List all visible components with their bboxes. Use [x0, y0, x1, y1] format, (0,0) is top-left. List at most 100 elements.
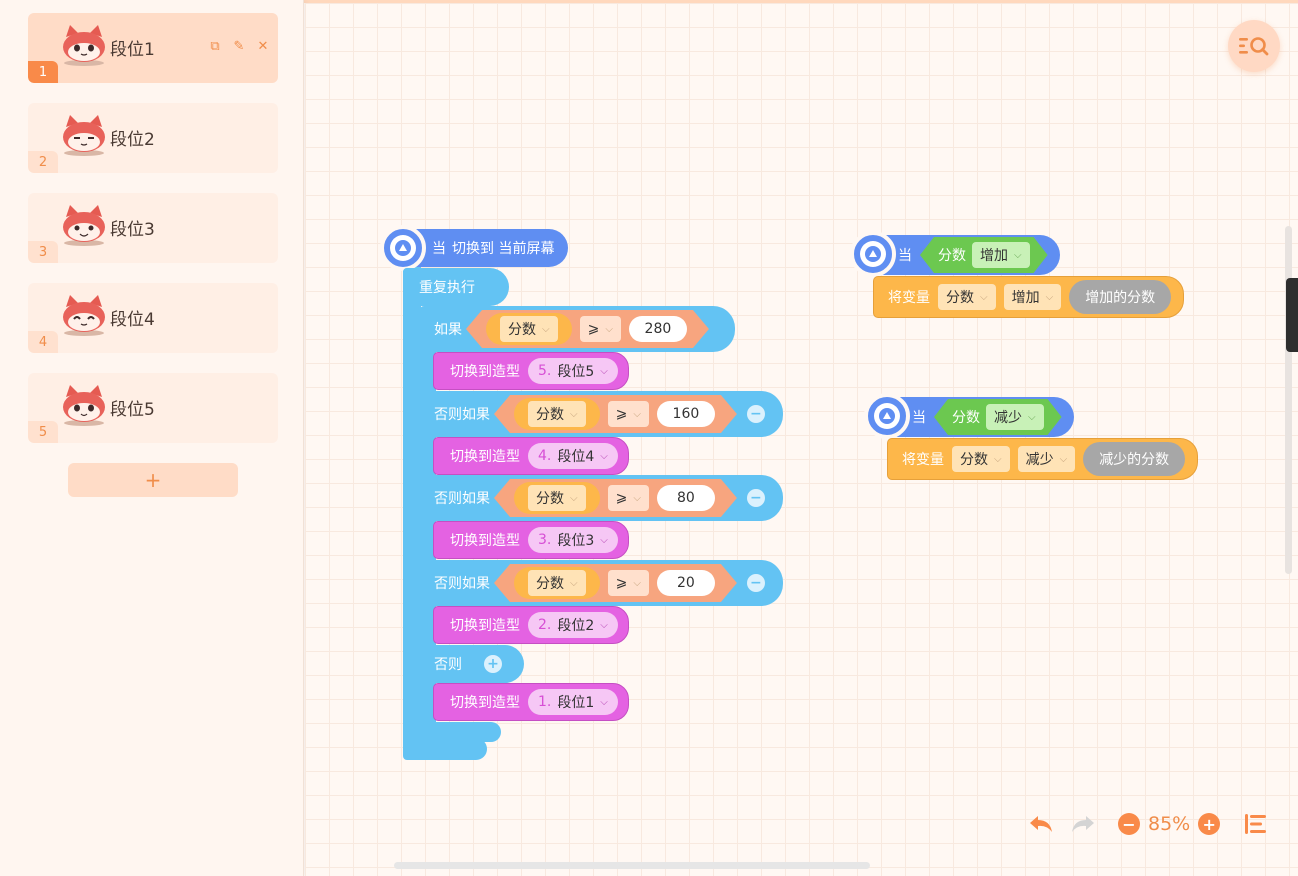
operator-dropdown[interactable]: ⩾ ⌵ — [580, 316, 621, 342]
costume-item-5[interactable]: 段位5 5 — [28, 373, 278, 443]
costume-dropdown[interactable]: 4. 段位4 ⌵ — [528, 443, 618, 469]
costume-dropdown[interactable]: 2. 段位2 ⌵ — [528, 612, 618, 638]
variable-reporter[interactable]: 分数 ⌵ — [514, 398, 600, 430]
variable-reporter[interactable]: 分数 ⌵ — [514, 482, 600, 514]
zoom-out-button[interactable]: − — [1118, 813, 1140, 835]
chevron-down-icon: ⌵ — [1059, 453, 1068, 465]
variable-dropdown[interactable]: 分数 ⌵ — [500, 316, 558, 342]
redo-icon[interactable] — [1068, 812, 1096, 836]
hat-when-variable-decrease[interactable]: 当 分数 减少 ⌵ — [864, 393, 1074, 439]
costume-tools: ⧉ ✎ ✕ — [208, 40, 270, 54]
costume-name: 段位4 — [110, 310, 155, 330]
chevron-down-icon: ⌵ — [600, 534, 608, 546]
cat-avatar-icon — [63, 205, 105, 246]
search-blocks-button[interactable] — [1228, 20, 1280, 72]
add-branch-icon[interactable]: + — [484, 655, 502, 673]
condition-4[interactable]: 分数 ⌵ ⩾ ⌵ 20 — [494, 564, 737, 602]
threshold-input[interactable]: 160 — [657, 401, 715, 427]
else-if-block[interactable]: 否则如果 分数 ⌵ ⩾ ⌵ 160 − — [420, 391, 783, 437]
repeat-block-body — [403, 266, 421, 746]
else-if-label: 否则如果 — [434, 491, 490, 507]
variable-reporter[interactable]: 分数 ⌵ — [486, 313, 572, 345]
align-icon[interactable] — [1244, 813, 1268, 835]
repeat-forever-block[interactable]: 重复执行 — [403, 268, 509, 306]
condition-1[interactable]: 分数 ⌵ ⩾ ⌵ 280 — [466, 310, 709, 348]
set-variable-label: 将变量 — [902, 452, 944, 468]
variable-dropdown[interactable]: 分数 ⌵ — [952, 446, 1010, 472]
variable-event-condition[interactable]: 分数 增加 ⌵ — [920, 237, 1048, 273]
close-icon[interactable]: ✕ — [256, 40, 270, 54]
costume-dropdown[interactable]: 1. 段位1 ⌵ — [528, 689, 618, 715]
hat-badge — [850, 231, 896, 277]
value-reporter[interactable]: 增加的分数 — [1069, 280, 1172, 314]
chevron-down-icon: ⌵ — [600, 696, 608, 708]
copy-icon[interactable]: ⧉ — [208, 40, 222, 54]
variable-reporter[interactable]: 分数 ⌵ — [514, 567, 600, 599]
variable-dropdown[interactable]: 分数 ⌵ — [938, 284, 996, 310]
action-dropdown[interactable]: 增加 ⌵ — [1003, 284, 1062, 310]
switch-costume-block[interactable]: 切换到造型 1. 段位1 ⌵ — [433, 683, 629, 721]
costume-item-4[interactable]: 段位4 4 — [28, 283, 278, 353]
align-blocks-group — [1244, 806, 1268, 842]
switch-costume-block[interactable]: 切换到造型 3. 段位3 ⌵ — [433, 521, 629, 559]
remove-branch-icon[interactable]: − — [746, 489, 765, 507]
event-type-dropdown[interactable]: 增加 ⌵ — [972, 242, 1030, 268]
hat-when-label: 当 — [912, 410, 926, 426]
operator-dropdown[interactable]: ⩾ ⌵ — [608, 401, 649, 427]
event-variable-label: 分数 — [938, 248, 966, 264]
costume-item-2[interactable]: 段位2 2 — [28, 103, 278, 173]
variable-dropdown[interactable]: 分数 ⌵ — [528, 401, 586, 427]
else-if-block[interactable]: 否则如果 分数 ⌵ ⩾ ⌵ 80 − — [420, 475, 783, 521]
else-label: 否则 — [434, 657, 462, 673]
remove-branch-icon[interactable]: − — [746, 574, 765, 592]
condition-3[interactable]: 分数 ⌵ ⩾ ⌵ 80 — [494, 479, 737, 517]
zoom-in-button[interactable]: + — [1198, 813, 1221, 835]
chevron-down-icon: ⌵ — [633, 577, 641, 589]
hat-when-switch-screen[interactable]: 当 切换到 当前屏幕 — [380, 225, 569, 271]
add-costume-button[interactable]: + — [68, 463, 238, 497]
value-reporter[interactable]: 减少的分数 — [1083, 442, 1186, 476]
hat-when-variable-increase[interactable]: 当 分数 增加 ⌵ — [850, 231, 1060, 277]
switch-costume-block[interactable]: 切换到造型 5. 段位5 ⌵ — [433, 352, 629, 390]
costume-item-1[interactable]: 段位1 ⧉ ✎ ✕ 1 — [28, 13, 278, 83]
hat-when-label: 当 — [432, 241, 446, 257]
undo-icon[interactable] — [1028, 812, 1056, 836]
remove-branch-icon[interactable]: − — [746, 405, 765, 423]
threshold-input[interactable]: 80 — [657, 485, 715, 511]
side-drawer-handle[interactable] — [1286, 278, 1298, 352]
variable-dropdown[interactable]: 分数 ⌵ — [528, 485, 586, 511]
operator-dropdown[interactable]: ⩾ ⌵ — [608, 485, 649, 511]
repeat-block-cap — [403, 738, 487, 760]
variable-event-condition[interactable]: 分数 减少 ⌵ — [934, 399, 1062, 435]
switch-costume-block[interactable]: 切换到造型 4. 段位4 ⌵ — [433, 437, 629, 475]
switch-costume-block[interactable]: 切换到造型 2. 段位2 ⌵ — [433, 606, 629, 644]
else-if-block[interactable]: 否则如果 分数 ⌵ ⩾ ⌵ 20 − — [420, 560, 783, 606]
variable-dropdown[interactable]: 分数 ⌵ — [528, 570, 586, 596]
threshold-input[interactable]: 20 — [657, 570, 715, 596]
chevron-down-icon: ⌵ — [600, 365, 608, 377]
operator-dropdown[interactable]: ⩾ ⌵ — [608, 570, 649, 596]
chevron-down-icon: ⌵ — [633, 408, 641, 420]
broadcast-icon — [390, 235, 416, 261]
set-variable-label: 将变量 — [888, 290, 930, 306]
action-dropdown[interactable]: 减少 ⌵ — [1017, 446, 1076, 472]
costume-dropdown[interactable]: 3. 段位3 ⌵ — [528, 527, 618, 553]
threshold-input[interactable]: 280 — [629, 316, 687, 342]
costume-index: 1 — [28, 61, 58, 83]
else-block[interactable]: 否则 + — [420, 645, 524, 683]
event-variable-label: 分数 — [952, 410, 980, 426]
chevron-down-icon: ⌵ — [570, 492, 578, 504]
event-type-dropdown[interactable]: 减少 ⌵ — [986, 404, 1044, 430]
costume-index: 4 — [28, 331, 58, 353]
edit-icon[interactable]: ✎ — [232, 40, 246, 54]
horizontal-scrollbar[interactable] — [394, 862, 870, 869]
set-variable-block[interactable]: 将变量 分数 ⌵ 增加 ⌵ 增加的分数 — [873, 276, 1185, 318]
cat-avatar-icon — [63, 295, 105, 336]
condition-2[interactable]: 分数 ⌵ ⩾ ⌵ 160 — [494, 395, 737, 433]
set-variable-block[interactable]: 将变量 分数 ⌵ 减少 ⌵ 减少的分数 — [887, 438, 1199, 480]
chevron-down-icon: ⌵ — [600, 450, 608, 462]
costume-dropdown[interactable]: 5. 段位5 ⌵ — [528, 358, 618, 384]
search-blocks-icon — [1239, 37, 1269, 56]
if-block[interactable]: 如果 分数 ⌵ ⩾ ⌵ 280 — [420, 306, 735, 352]
costume-item-3[interactable]: 段位3 3 — [28, 193, 278, 263]
